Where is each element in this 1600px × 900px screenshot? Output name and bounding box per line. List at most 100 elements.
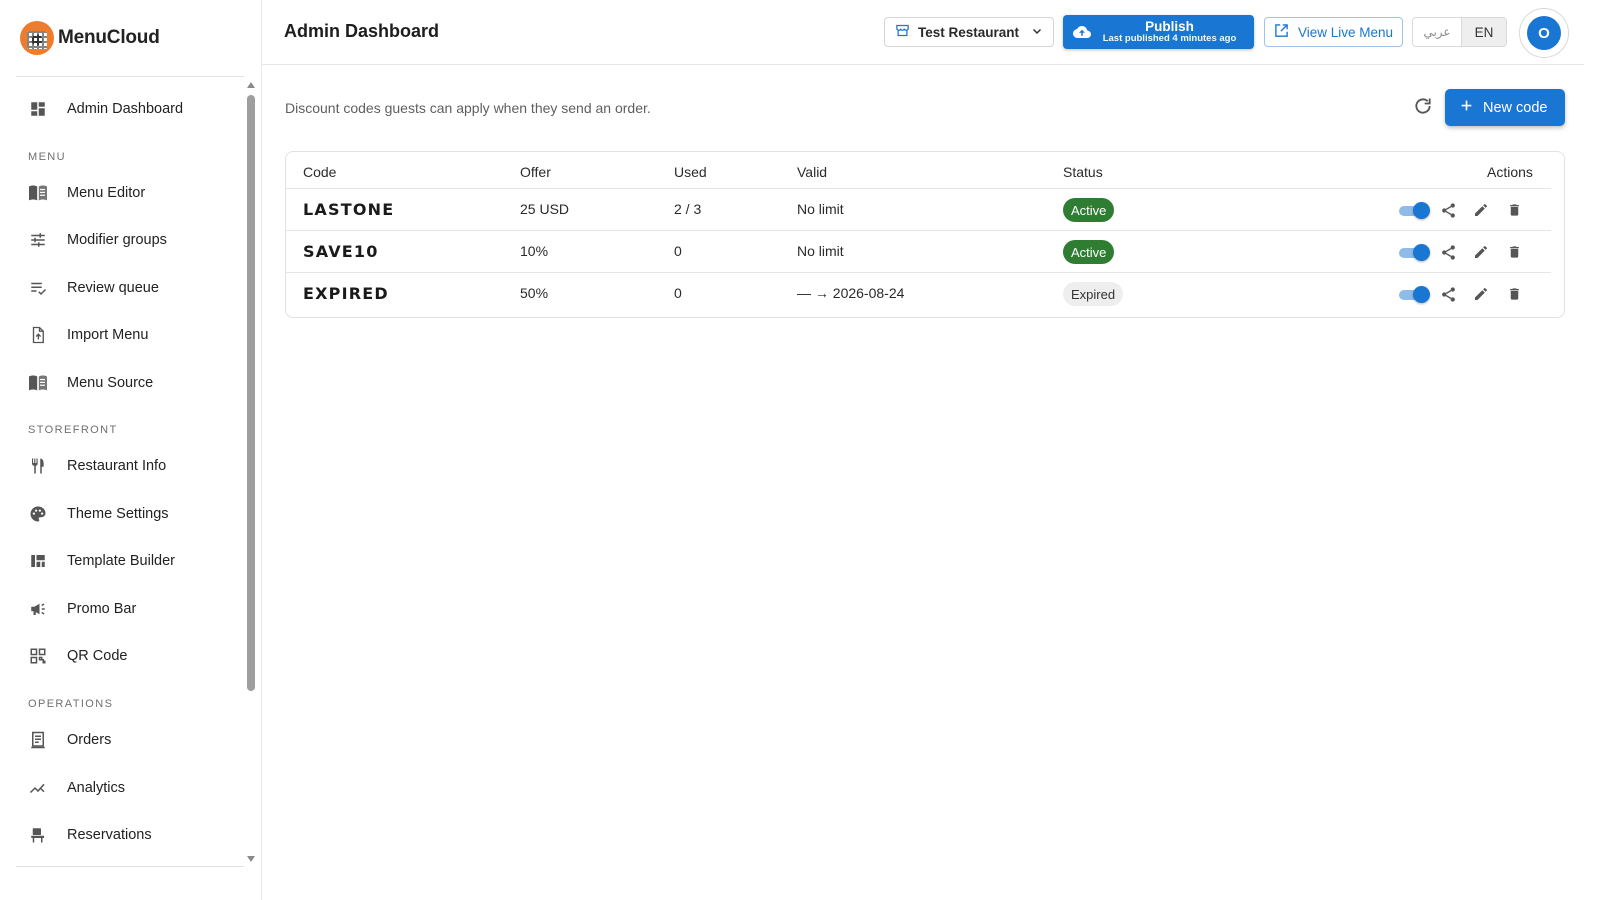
used-cell: 2 / 3 — [674, 201, 702, 217]
restaurant-select-value: Test Restaurant — [918, 24, 1020, 40]
qr-icon — [28, 646, 48, 666]
sidebar-item-label: Menu Source — [67, 375, 154, 391]
enable-toggle[interactable] — [1399, 202, 1430, 219]
sidebar: MenuCloud Admin Dashboard MENU Menu Edit… — [0, 0, 262, 900]
code-cell: SAVE10 — [303, 242, 379, 261]
sidebar-item-label: Reservations — [67, 827, 152, 843]
edit-icon[interactable] — [1471, 284, 1491, 304]
share-icon[interactable] — [1438, 200, 1458, 220]
chair-icon — [28, 825, 48, 845]
sliders-icon — [28, 230, 48, 250]
column-header-valid[interactable]: Valid — [797, 164, 827, 180]
sidebar-item-label: Template Builder — [67, 553, 175, 569]
edit-icon[interactable] — [1471, 200, 1491, 220]
view-live-menu-button[interactable]: View Live Menu — [1264, 17, 1403, 47]
app-name: MenuCloud — [58, 27, 160, 48]
column-header-actions: Actions — [1487, 164, 1533, 180]
enable-toggle[interactable] — [1399, 286, 1430, 303]
chevron-down-icon — [1031, 25, 1043, 40]
sidebar-item-label: Analytics — [67, 780, 126, 796]
refresh-icon[interactable] — [1413, 96, 1435, 118]
new-code-button[interactable]: New code — [1445, 89, 1565, 126]
sidebar-divider-bottom — [16, 866, 244, 867]
checklist-icon — [28, 278, 48, 298]
sidebar-item-label: Admin Dashboard — [67, 101, 184, 117]
receipt-icon — [28, 730, 48, 750]
sidebar-item-analytics[interactable]: Analytics — [16, 766, 238, 810]
store-icon — [895, 23, 910, 41]
external-link-icon — [1274, 23, 1289, 41]
sidebar-item-promo-bar[interactable]: Promo Bar — [16, 587, 238, 631]
megaphone-icon — [28, 599, 48, 619]
analytics-icon — [28, 778, 48, 798]
column-header-used[interactable]: Used — [674, 164, 707, 180]
code-cell: LASTONE — [303, 200, 395, 219]
utensils-icon — [28, 456, 48, 476]
publish-status: Last published 4 minutes ago — [1102, 33, 1237, 45]
app-root: MenuCloud Admin Dashboard MENU Menu Edit… — [0, 0, 1600, 900]
language-toggle: عربي EN — [1412, 17, 1507, 47]
enable-toggle[interactable] — [1399, 244, 1430, 261]
valid-cell: No limit — [797, 243, 844, 259]
status-badge: Expired — [1063, 282, 1124, 306]
sidebar-nav: Admin Dashboard MENU Menu Editor Modifie… — [0, 77, 250, 866]
offer-cell: 25 USD — [520, 201, 570, 217]
lang-arabic-button[interactable]: عربي — [1413, 18, 1461, 46]
discount-codes-table: Code Offer Used Valid Status Actions LAS… — [285, 151, 1565, 318]
share-icon[interactable] — [1438, 242, 1458, 262]
sidebar-item-review-queue[interactable]: Review queue — [16, 266, 238, 310]
lang-english-button[interactable]: EN — [1461, 18, 1506, 46]
code-cell: EXPIRED — [303, 284, 389, 303]
sidebar-item-menu-source[interactable]: Menu Source — [16, 361, 238, 405]
status-badge: Active — [1063, 240, 1115, 264]
sidebar-item-qr-code[interactable]: QR Code — [16, 634, 238, 678]
used-cell: 0 — [674, 243, 682, 259]
sidebar-item-reservations[interactable]: Reservations — [16, 813, 238, 857]
scroll-up-arrow-icon[interactable] — [247, 82, 255, 88]
palette-icon — [28, 504, 48, 524]
table-row: EXPIRED 50% 0 — → 2026-08-24 Expired — [286, 272, 1551, 315]
column-header-offer[interactable]: Offer — [520, 164, 551, 180]
logo-icon — [20, 21, 54, 55]
delete-icon[interactable] — [1504, 200, 1524, 220]
book-icon — [28, 183, 48, 203]
app-logo[interactable]: MenuCloud — [20, 20, 160, 56]
share-icon[interactable] — [1438, 284, 1458, 304]
column-header-status[interactable]: Status — [1063, 164, 1103, 180]
user-menu[interactable]: O — [1519, 8, 1569, 58]
layout-icon — [28, 551, 48, 571]
new-code-label: New code — [1483, 99, 1548, 116]
sidebar-item-restaurant-info[interactable]: Restaurant Info — [16, 444, 238, 488]
sidebar-item-label: Menu Editor — [67, 185, 146, 201]
sidebar-item-template-builder[interactable]: Template Builder — [16, 539, 238, 583]
sidebar-item-theme-settings[interactable]: Theme Settings — [16, 492, 238, 536]
sidebar-item-label: Restaurant Info — [67, 458, 167, 474]
sidebar-item-orders[interactable]: Orders — [16, 718, 238, 762]
column-header-code[interactable]: Code — [303, 164, 336, 180]
delete-icon[interactable] — [1504, 242, 1524, 262]
plus-icon — [1460, 99, 1473, 116]
status-badge: Active — [1063, 198, 1115, 222]
sidebar-item-menu-editor[interactable]: Menu Editor — [16, 171, 238, 215]
sidebar-item-modifier-groups[interactable]: Modifier groups — [16, 218, 238, 262]
sidebar-item-label: Theme Settings — [67, 506, 169, 522]
publish-button[interactable]: Publish Last published 4 minutes ago — [1063, 15, 1254, 49]
file-upload-icon — [28, 325, 48, 345]
sidebar-section-operations: OPERATIONS — [28, 698, 114, 710]
sidebar-item-admin-dashboard[interactable]: Admin Dashboard — [16, 87, 238, 131]
book-icon — [28, 373, 48, 393]
offer-cell: 50% — [520, 285, 549, 301]
dashboard-icon — [28, 99, 48, 119]
scroll-down-arrow-icon[interactable] — [247, 856, 255, 862]
edit-icon[interactable] — [1471, 242, 1491, 262]
sidebar-item-import-menu[interactable]: Import Menu — [16, 313, 238, 357]
delete-icon[interactable] — [1504, 284, 1524, 304]
sidebar-item-label: Import Menu — [67, 327, 149, 343]
sidebar-item-label: Orders — [67, 732, 112, 748]
offer-cell: 10% — [520, 243, 549, 259]
restaurant-select[interactable]: Test Restaurant — [884, 17, 1054, 47]
sidebar-scrollbar[interactable] — [246, 80, 256, 866]
scroll-thumb[interactable] — [247, 95, 255, 691]
sidebar-item-label: Modifier groups — [67, 232, 167, 248]
publish-label: Publish — [1145, 18, 1194, 34]
